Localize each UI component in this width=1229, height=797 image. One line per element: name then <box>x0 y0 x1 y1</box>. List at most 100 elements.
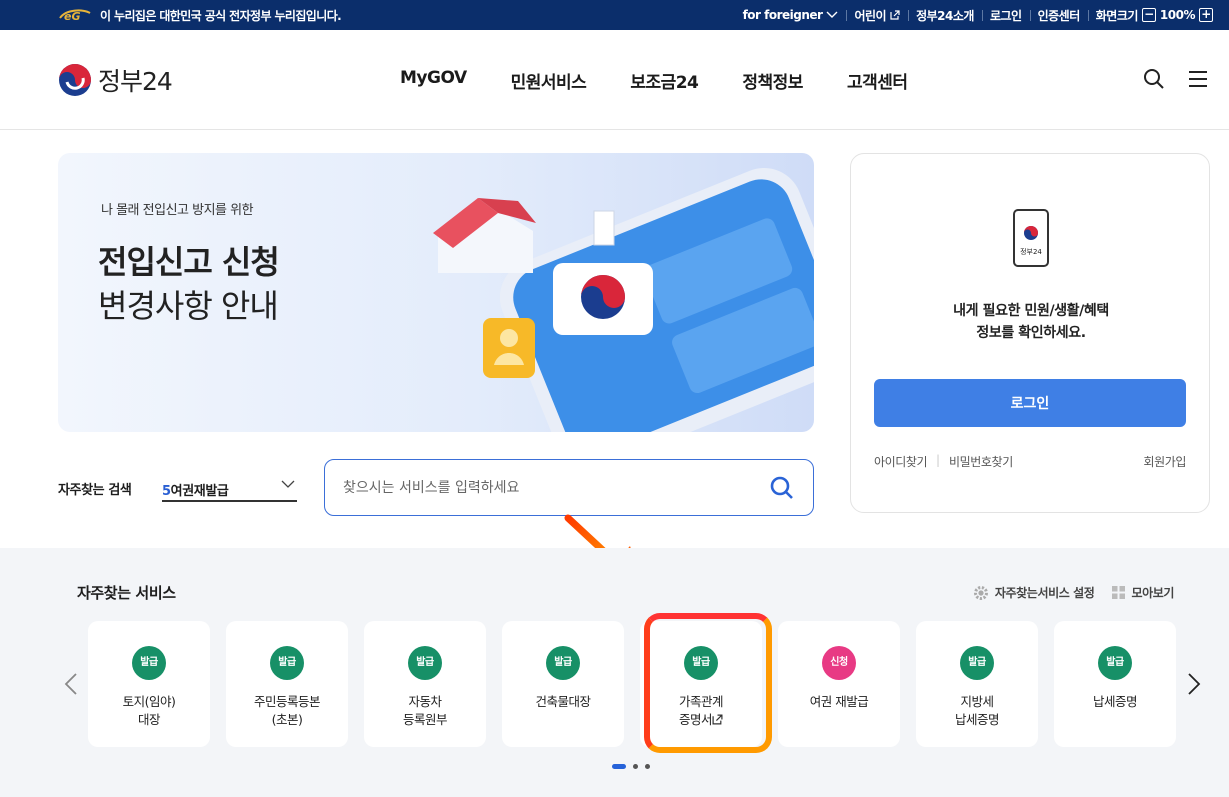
nav-policy-info[interactable]: 정책정보 <box>720 68 825 93</box>
services-settings-label: 자주찾는서비스 설정 <box>994 586 1095 600</box>
banner-title-line1: 전입신고 신청 <box>98 243 280 281</box>
link-divider: | <box>936 453 940 467</box>
service-card-label-line1: 자동차 <box>408 694 442 709</box>
nav-customer-center[interactable]: 고객센터 <box>825 68 930 93</box>
main-nav: MyGOV 민원서비스 보조금24 정책정보 고객센터 <box>378 68 930 93</box>
phone-screen-label: 정부24 <box>1020 247 1042 256</box>
service-card-tax-payment-certificate[interactable]: 발급 납세증명 <box>1054 621 1176 747</box>
carousel-dot-active[interactable] <box>612 764 626 769</box>
issue-badge: 발급 <box>270 646 304 680</box>
login-panel: 정부24 내게 필요한 민원/생활/혜택 정보를 확인하세요. 로그인 아이디찾… <box>850 153 1210 513</box>
find-id-link[interactable]: 아이디찾기 <box>874 453 928 470</box>
screen-size-label: 화면크기 <box>1095 8 1139 23</box>
service-card-label: 주민등록등본 (초본) <box>226 693 348 729</box>
issue-badge: 발급 <box>960 646 994 680</box>
service-card-label: 자동차 등록원부 <box>364 693 486 729</box>
logo-text: 정부24 <box>98 67 173 96</box>
smartphone-illustration <box>433 167 814 432</box>
grid-icon <box>1112 586 1126 599</box>
svg-text:eG: eG <box>64 10 81 23</box>
nav-civil-service[interactable]: 민원서비스 <box>489 68 609 93</box>
service-card-land-register[interactable]: 발급 토지(임야) 대장 <box>88 621 210 747</box>
site-header: 정부24 MyGOV 민원서비스 보조금24 정책정보 고객센터 <box>0 30 1229 130</box>
frequent-search-select[interactable]: 5여권재발급 <box>162 474 297 502</box>
banner-subtitle: 나 몰래 전입신고 방지를 위한 <box>101 203 254 218</box>
service-card-label-line1: 여권 재발급 <box>809 694 869 709</box>
service-card-resident-registration[interactable]: 발급 주민등록등본 (초본) <box>226 621 348 747</box>
header-actions <box>1143 68 1209 90</box>
zoom-value: 100% <box>1159 8 1196 22</box>
issue-badge: 발급 <box>132 646 166 680</box>
highlight-box <box>644 613 772 753</box>
service-card-label: 여권 재발급 <box>778 693 900 711</box>
kids-label: 어린이 <box>854 8 887 23</box>
zoom-in-button[interactable]: + <box>1199 8 1213 22</box>
frequent-search-value: 여권재발급 <box>170 484 229 499</box>
banner-title-line2: 변경사항 안내 <box>98 287 279 325</box>
service-card-label-line1: 주민등록등본 <box>253 694 321 709</box>
main-banner[interactable]: 나 몰래 전입신고 방지를 위한 전입신고 신청 변경사항 안내 <box>58 153 814 432</box>
for-foreigner-dropdown[interactable]: for foreigner <box>735 8 847 22</box>
apply-badge: 신청 <box>822 646 856 680</box>
frequent-services-title: 자주찾는 서비스 <box>77 584 176 602</box>
hamburger-menu-icon[interactable] <box>1187 68 1209 90</box>
carousel-dot[interactable] <box>633 764 638 769</box>
service-card-label-line1: 납세증명 <box>1092 694 1138 709</box>
kids-link[interactable]: 어린이 <box>846 7 908 24</box>
login-message-line1: 내게 필요한 민원/생활/혜택 <box>953 303 1109 319</box>
service-cards: 발급 토지(임야) 대장 발급 주민등록등본 (초본) 발급 자동차 등록원부 발급 … <box>88 621 1176 747</box>
service-card-label: 납세증명 <box>1054 693 1176 711</box>
search-input[interactable] <box>343 476 743 500</box>
service-card-passport-reissue[interactable]: 신청 여권 재발급 <box>778 621 900 747</box>
nav-subsidy24[interactable]: 보조금24 <box>608 68 720 93</box>
chevron-down-icon <box>281 480 295 488</box>
find-password-link[interactable]: 비밀번호찾기 <box>949 453 1013 470</box>
search-icon[interactable] <box>1143 68 1165 90</box>
cert-center-link[interactable]: 인증센터 <box>1029 7 1088 24</box>
service-card-label-line1: 건축물대장 <box>535 694 591 709</box>
issue-badge: 발급 <box>546 646 580 680</box>
issue-badge: 발급 <box>408 646 442 680</box>
service-card-label: 건축물대장 <box>502 693 624 711</box>
service-card-label-line2: (초본) <box>271 712 303 727</box>
site-logo[interactable]: 정부24 <box>58 62 173 98</box>
service-card-label: 지방세 납세증명 <box>916 693 1038 729</box>
gov-notice-text: 이 누리집은 대한민국 공식 전자정부 누리집입니다. <box>100 9 342 23</box>
gov-notice-bar: eG 이 누리집은 대한민국 공식 전자정부 누리집입니다. for forei… <box>0 0 1229 30</box>
service-card-label: 토지(임야) 대장 <box>88 693 210 729</box>
services-settings-link[interactable]: 자주찾는서비스 설정 <box>973 584 1095 601</box>
login-button[interactable]: 로그인 <box>874 379 1186 427</box>
service-card-vehicle-register[interactable]: 발급 자동차 등록원부 <box>364 621 486 747</box>
mobile-phone-icon: 정부24 <box>1013 209 1049 267</box>
login-message: 내게 필요한 민원/생활/혜택 정보를 확인하세요. <box>851 300 1211 344</box>
login-message-line2: 정보를 확인하세요. <box>976 325 1086 341</box>
view-all-link[interactable]: 모아보기 <box>1112 584 1174 601</box>
service-card-building-register[interactable]: 발급 건축물대장 <box>502 621 624 747</box>
egov-logo-icon: eG <box>59 9 91 23</box>
chevron-right-icon[interactable] <box>1187 673 1201 695</box>
about-label: 정부24소개 <box>916 8 974 23</box>
search-box <box>324 459 814 516</box>
nav-mygov[interactable]: MyGOV <box>378 68 489 93</box>
about-link[interactable]: 정부24소개 <box>908 7 982 24</box>
carousel-dot[interactable] <box>645 764 650 769</box>
top-login-label: 로그인 <box>989 8 1022 23</box>
chevron-down-icon <box>826 11 838 18</box>
taegeuk-emblem-icon <box>59 64 91 96</box>
join-link[interactable]: 회원가입 <box>1143 453 1186 470</box>
service-card-label-line2: 납세증명 <box>954 712 1000 727</box>
view-all-label: 모아보기 <box>1131 586 1174 600</box>
zoom-out-button[interactable]: − <box>1141 8 1156 22</box>
frequent-services-options: 자주찾는서비스 설정 모아보기 <box>973 584 1174 601</box>
external-link-icon <box>890 10 900 20</box>
chevron-left-icon[interactable] <box>64 673 78 695</box>
carousel-pagination <box>612 764 650 769</box>
service-card-local-tax-certificate[interactable]: 발급 지방세 납세증명 <box>916 621 1038 747</box>
service-card-label-line1: 토지(임야) <box>122 694 176 709</box>
screen-size-control: 화면크기 − 100% + <box>1087 7 1221 24</box>
utility-menu: for foreigner 어린이 정부24소개 로그인 인증센터 화면크기 −… <box>735 0 1221 30</box>
frequent-services-section: 자주찾는 서비스 자주찾는서비스 설정 모아보기 발급 토지(임야) 대장 발급 … <box>0 548 1229 797</box>
frequent-search-label: 자주찾는 검색 <box>58 483 132 498</box>
search-button-icon[interactable] <box>769 475 795 501</box>
top-login-link[interactable]: 로그인 <box>981 7 1030 24</box>
